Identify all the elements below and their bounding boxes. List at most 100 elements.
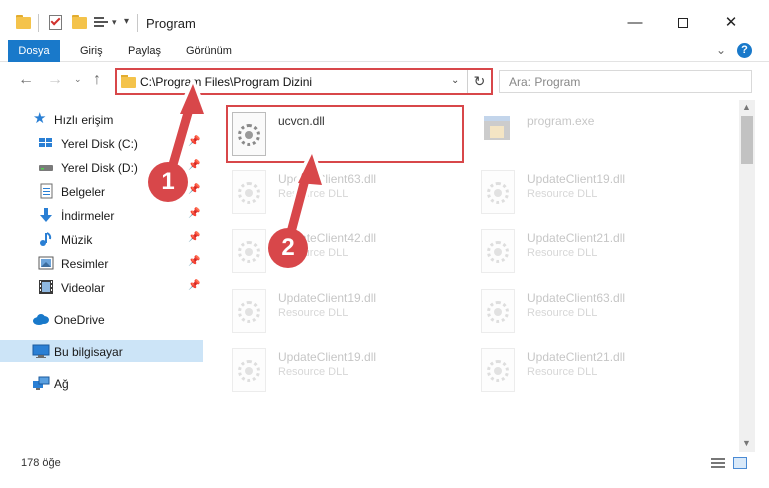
sidebar-item-label: Videolar (61, 281, 105, 295)
dll-gear-icon (481, 170, 515, 214)
tab-home[interactable]: Giriş (70, 40, 113, 62)
file-name: UpdateClient19.dll (278, 350, 377, 364)
view-options-icon[interactable] (94, 14, 110, 30)
file-name: UpdateClient63.dll (527, 291, 626, 305)
dll-gear-icon (232, 289, 266, 333)
file-item[interactable]: UpdateClient19.dll Resource DLL (228, 285, 468, 341)
sidebar-item-downloads[interactable]: İndirmeler 📌 (0, 204, 203, 226)
star-icon: ★ (33, 110, 47, 127)
close-button[interactable]: ✕ (708, 8, 754, 38)
file-type: Resource DLL (527, 307, 598, 319)
sidebar-item-quick-access[interactable]: ★ Hızlı erişim (0, 108, 203, 130)
dll-gear-icon (481, 289, 515, 333)
minimize-button[interactable]: — (612, 8, 658, 38)
file-item[interactable]: UpdateClient19.dll Resource DLL (477, 166, 717, 222)
sidebar-item-label: Ağ (54, 377, 69, 391)
vertical-scrollbar[interactable]: ▲ ▼ (739, 100, 755, 452)
status-bar: 178 öğe (0, 452, 769, 474)
up-button[interactable]: ↑ (93, 71, 101, 89)
sidebar-item-label: İndirmeler (61, 209, 115, 223)
pin-icon[interactable]: 📌 (188, 256, 200, 267)
file-type: Resource DLL (278, 366, 349, 378)
navigation-pane: ★ Hızlı erişim Yerel Disk (C:) 📌 Yerel D… (0, 104, 203, 449)
sidebar-item-label: OneDrive (54, 313, 105, 327)
maximize-icon (678, 18, 688, 29)
sidebar-item-onedrive[interactable]: OneDrive (0, 308, 203, 330)
sidebar-item-network[interactable]: Ağ (0, 372, 203, 394)
refresh-button[interactable]: ↻ (467, 70, 491, 93)
address-dropdown-icon[interactable]: ⌄ (451, 75, 459, 86)
customize-toolbar-icon[interactable]: ▾ (124, 16, 129, 27)
search-placeholder[interactable]: Ara: Program (509, 75, 580, 89)
quick-access-dropdown-icon[interactable]: ▾ (112, 17, 117, 28)
address-bar[interactable]: C:\Program Files\Program Dizini ⌄ ↻ (115, 68, 493, 95)
maximize-button[interactable] (660, 8, 706, 38)
cloud-icon (32, 311, 49, 327)
search-box[interactable]: Ara: Program (499, 70, 752, 93)
ribbon-expand-icon[interactable]: ⌄ (716, 43, 726, 57)
step-2-badge: 2 (268, 228, 308, 268)
item-count: 178 öğe (21, 457, 61, 469)
address-path[interactable]: C:\Program Files\Program Dizini (140, 75, 312, 89)
sidebar-item-this-pc[interactable]: Bu bilgisayar (0, 340, 203, 362)
ribbon: Dosya Giriş Paylaş Görünüm ⌄ ? (0, 40, 769, 62)
help-icon[interactable]: ? (737, 43, 752, 58)
pin-icon[interactable]: 📌 (188, 208, 200, 219)
new-folder-icon[interactable] (72, 14, 88, 30)
dll-gear-icon (481, 348, 515, 392)
drive-icon (38, 135, 54, 151)
file-item[interactable]: UpdateClient63.dll Resource DLL (477, 285, 717, 341)
folder-icon[interactable] (16, 14, 32, 30)
pin-icon[interactable]: 📌 (188, 136, 200, 147)
dll-gear-icon (232, 170, 266, 214)
videos-icon (38, 279, 54, 295)
sidebar-item-label: Yerel Disk (D:) (61, 161, 138, 175)
sidebar-item-videos[interactable]: Videolar 📌 (0, 276, 203, 298)
drive-icon (38, 159, 54, 175)
file-name: UpdateClient21.dll (527, 231, 626, 245)
file-name: UpdateClient63.dll (278, 172, 377, 186)
scroll-down-icon[interactable]: ▼ (742, 438, 751, 448)
file-item[interactable]: UpdateClient21.dll Resource DLL (477, 225, 717, 281)
file-item-program-exe[interactable]: program.exe (477, 108, 717, 164)
pictures-icon (38, 255, 54, 271)
window-title: Program (146, 16, 196, 31)
title-bar: ▾ ▾ Program — ✕ (0, 0, 769, 38)
sidebar-item-pictures[interactable]: Resimler 📌 (0, 252, 203, 274)
details-view-icon[interactable] (711, 458, 725, 468)
tab-file[interactable]: Dosya (8, 40, 60, 62)
tab-share[interactable]: Paylaş (118, 40, 171, 62)
file-item[interactable]: UpdateClient42.dll Resource DLL (228, 225, 468, 281)
pin-icon[interactable]: 📌 (188, 280, 200, 291)
large-icons-view-icon[interactable] (733, 457, 747, 469)
sidebar-item-label: Yerel Disk (C:) (61, 137, 138, 151)
sidebar-item-music[interactable]: Müzik 📌 (0, 228, 203, 250)
file-item[interactable]: UpdateClient63.dll Resource DLL (228, 166, 468, 222)
file-name: UpdateClient21.dll (527, 350, 626, 364)
file-name: UpdateClient19.dll (527, 172, 626, 186)
properties-check-icon[interactable] (48, 14, 64, 30)
folder-icon (121, 75, 136, 88)
pin-icon[interactable]: 📌 (188, 184, 200, 195)
forward-button[interactable]: → (47, 71, 63, 89)
pin-icon[interactable]: 📌 (188, 160, 200, 171)
scroll-thumb[interactable] (741, 116, 753, 164)
pin-icon[interactable]: 📌 (188, 232, 200, 243)
scroll-up-icon[interactable]: ▲ (742, 102, 751, 112)
file-item[interactable]: UpdateClient19.dll Resource DLL (228, 344, 468, 400)
sidebar-item-local-disk-c[interactable]: Yerel Disk (C:) 📌 (0, 132, 203, 154)
selected-file-highlight (226, 105, 464, 163)
music-icon (38, 231, 54, 247)
recent-locations-button[interactable]: ⌄ (74, 74, 82, 85)
back-button[interactable]: ← (18, 71, 34, 89)
file-type: Resource DLL (278, 188, 349, 200)
computer-icon (32, 343, 50, 359)
file-type: Resource DLL (527, 247, 598, 259)
dll-gear-icon (232, 229, 266, 273)
tab-view[interactable]: Görünüm (176, 40, 242, 62)
file-item[interactable]: UpdateClient21.dll Resource DLL (477, 344, 717, 400)
file-name: program.exe (527, 114, 595, 128)
sidebar-item-label: Belgeler (61, 185, 106, 199)
sidebar-item-label: Resimler (61, 257, 109, 271)
sidebar-item-label: Müzik (61, 233, 93, 247)
